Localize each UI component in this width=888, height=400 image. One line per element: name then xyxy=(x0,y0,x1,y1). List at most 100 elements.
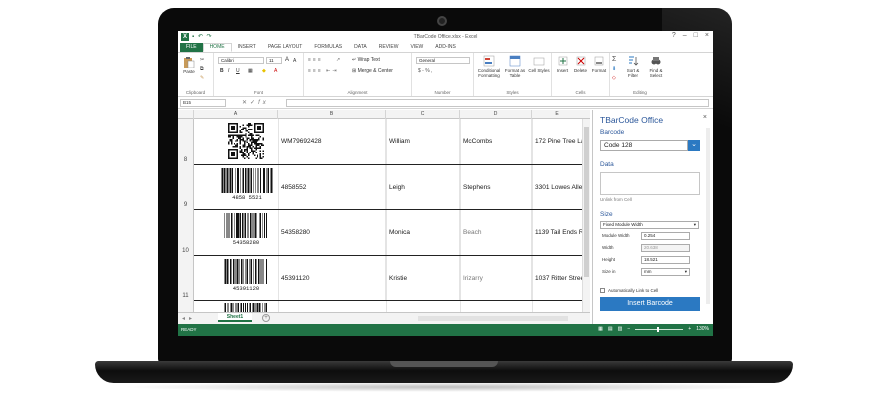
chevron-down-icon[interactable]: ⌄ xyxy=(688,140,700,151)
pane-scrollbar[interactable] xyxy=(706,128,710,304)
close-icon[interactable]: × xyxy=(705,32,709,39)
shrink-font-icon[interactable]: A xyxy=(293,58,296,64)
module-width-input[interactable]: 0.254 xyxy=(641,232,690,240)
insert-function-icon[interactable]: fx xyxy=(258,100,269,106)
insert-cells-button[interactable]: Insert xyxy=(554,55,571,73)
row-header-8[interactable]: 8 xyxy=(178,119,194,165)
sheet-tab-sheet1[interactable]: Sheet1 xyxy=(218,313,252,322)
column-header-e[interactable]: E xyxy=(532,110,582,119)
autosum-icon[interactable]: Σ xyxy=(612,56,616,63)
find-select-label: Find & Select xyxy=(649,68,663,78)
vertical-scroll-thumb[interactable] xyxy=(584,127,589,277)
bold-button[interactable]: B xyxy=(220,68,224,74)
vertical-scrollbar[interactable] xyxy=(582,119,590,312)
format-as-table-button[interactable]: Format as Table xyxy=(504,55,526,78)
cell-last-name[interactable]: Beach xyxy=(460,210,532,255)
number-format-buttons[interactable]: $ - % , xyxy=(418,68,432,74)
cut-icon[interactable]: ✂ xyxy=(200,57,204,63)
tab-review[interactable]: REVIEW xyxy=(373,43,405,52)
tab-page-layout[interactable]: PAGE LAYOUT xyxy=(262,43,309,52)
merge-center-button[interactable]: ⊞ Merge & Center xyxy=(352,68,393,74)
cancel-icon[interactable]: ✕ xyxy=(242,100,250,106)
barcode-type-select[interactable]: Code 128 xyxy=(600,140,688,151)
row-header-9[interactable]: 9 xyxy=(178,165,194,210)
format-cells-button[interactable]: Format xyxy=(590,55,608,73)
sheet-nav-arrows[interactable]: ◂▸ xyxy=(182,315,196,322)
row-header-11[interactable]: 11 xyxy=(178,256,194,301)
tab-view[interactable]: VIEW xyxy=(404,43,429,52)
grow-font-icon[interactable]: A xyxy=(285,57,289,63)
enter-icon[interactable]: ✓ xyxy=(250,100,258,106)
underline-button[interactable]: U xyxy=(236,68,240,74)
size-unit-select[interactable]: mm ▾ xyxy=(641,268,690,276)
auto-link-checkbox[interactable] xyxy=(600,288,605,293)
find-select-button[interactable]: Find & Select xyxy=(645,55,667,78)
align-horizontal-icons[interactable]: ≡≡≡ ⇤⇥ xyxy=(308,68,339,74)
cell-id[interactable]: 54358280 xyxy=(278,210,386,255)
cell-first-name[interactable]: Monica xyxy=(386,210,460,255)
horizontal-scrollbar[interactable] xyxy=(418,316,568,321)
help-icon[interactable]: ? xyxy=(672,32,676,39)
row-header-10[interactable]: 10 xyxy=(178,210,194,256)
width-input[interactable]: 20.638 xyxy=(641,244,690,252)
font-name-select[interactable]: Calibri xyxy=(218,57,264,64)
cell-id[interactable]: WM79692428 xyxy=(278,119,386,164)
insert-barcode-button[interactable]: Insert Barcode xyxy=(600,297,700,311)
select-all-corner[interactable] xyxy=(178,110,194,119)
column-header-d[interactable]: D xyxy=(460,110,532,119)
wrap-text-button[interactable]: ↵ Wrap Text xyxy=(352,57,380,63)
tab-data[interactable]: DATA xyxy=(348,43,373,52)
close-icon[interactable]: × xyxy=(703,114,707,121)
tab-home[interactable]: HOME xyxy=(202,43,232,52)
italic-button[interactable]: I xyxy=(228,68,229,74)
formula-input[interactable] xyxy=(286,99,709,107)
delete-cells-button[interactable]: Delete xyxy=(572,55,589,73)
cell-styles-button[interactable]: Cell Styles xyxy=(528,55,550,73)
zoom-level[interactable]: 130% xyxy=(696,326,709,332)
height-input[interactable]: 18.521 xyxy=(641,256,690,264)
zoom-in-icon[interactable]: + xyxy=(688,326,691,332)
maximize-icon[interactable]: □ xyxy=(694,32,698,39)
zoom-slider[interactable] xyxy=(635,326,684,332)
cell-first-name[interactable]: Leigh xyxy=(386,165,460,209)
font-size-select[interactable]: 11 xyxy=(266,57,282,64)
tab-file[interactable]: FILE xyxy=(180,43,203,52)
conditional-formatting-button[interactable]: Conditional Formatting xyxy=(476,55,502,78)
orientation-icon[interactable]: ↗ xyxy=(336,57,340,63)
clear-icon[interactable]: ◇ xyxy=(612,75,616,81)
fill-icon[interactable]: ⬇ xyxy=(612,66,616,72)
name-box[interactable]: B15 xyxy=(180,99,226,107)
align-top-icons[interactable]: ≡≡≡ xyxy=(308,57,323,63)
fill-color-icon[interactable]: ◆ xyxy=(262,68,266,74)
page-layout-view-icon[interactable]: ▤ xyxy=(608,326,613,332)
cell-id[interactable]: 45391120 xyxy=(278,256,386,300)
normal-view-icon[interactable]: ▦ xyxy=(598,326,603,332)
minimize-icon[interactable]: – xyxy=(683,32,687,39)
font-color-icon[interactable]: A xyxy=(274,68,277,74)
cell-first-name[interactable]: William xyxy=(386,119,460,164)
number-format-select[interactable]: General xyxy=(416,57,470,64)
tab-insert[interactable]: INSERT xyxy=(232,43,262,52)
tab-add-ins[interactable]: ADD-INS xyxy=(429,43,462,52)
sort-filter-button[interactable]: Sort & Filter xyxy=(623,55,643,78)
tab-formulas[interactable]: FORMULAS xyxy=(308,43,348,52)
zoom-out-icon[interactable]: − xyxy=(627,326,630,332)
cell-last-name[interactable]: McCombs xyxy=(460,119,532,164)
paste-button[interactable]: Paste xyxy=(181,56,197,74)
add-sheet-icon[interactable]: + xyxy=(262,314,270,322)
cell-last-name[interactable]: Stephens xyxy=(460,165,532,209)
copy-icon[interactable]: ⧉ xyxy=(200,66,204,72)
column-header-c[interactable]: C xyxy=(386,110,460,119)
unlink-from-cell-link[interactable]: Unlink from Cell xyxy=(600,197,632,202)
column-header-a[interactable]: A xyxy=(194,110,278,119)
row-header-12[interactable] xyxy=(178,301,194,312)
cell-id[interactable]: 4858552 xyxy=(278,165,386,209)
size-mode-select[interactable]: Fixed Module Width ▾ xyxy=(600,221,699,229)
format-painter-icon[interactable]: ✎ xyxy=(200,75,204,81)
barcode-data-input[interactable] xyxy=(600,172,700,195)
cell-first-name[interactable]: Kristie xyxy=(386,256,460,300)
page-break-view-icon[interactable]: ▥ xyxy=(618,326,623,332)
borders-icon[interactable]: ▦ xyxy=(248,68,253,74)
cell-last-name[interactable]: Irizarry xyxy=(460,256,532,300)
column-header-b[interactable]: B xyxy=(278,110,386,119)
